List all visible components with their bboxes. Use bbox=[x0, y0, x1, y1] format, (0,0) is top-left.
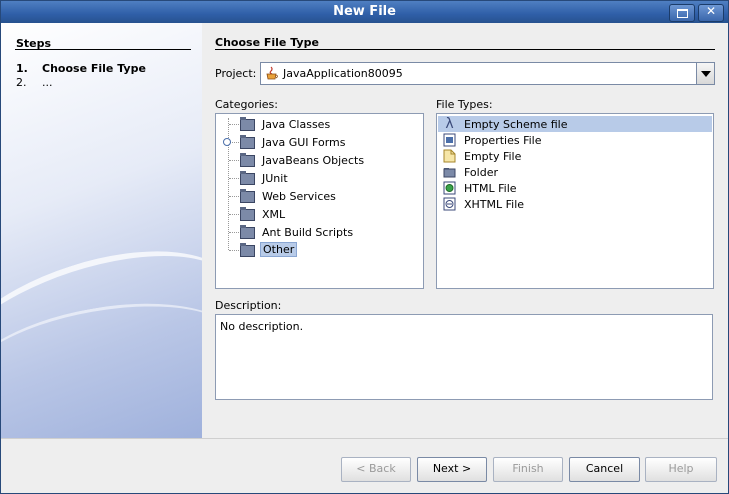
category-item[interactable]: Web Services bbox=[216, 188, 421, 204]
folder-icon bbox=[443, 168, 456, 178]
close-icon: ✕ bbox=[705, 4, 717, 18]
step-item: 1. Choose File Type bbox=[16, 62, 146, 75]
page-title: Choose File Type bbox=[215, 36, 319, 49]
html-file-icon bbox=[443, 181, 456, 195]
step-item: 2.... bbox=[16, 76, 53, 89]
folder-icon bbox=[240, 153, 255, 167]
category-item[interactable]: JavaBeans Objects bbox=[216, 152, 421, 168]
categories-tree[interactable]: Java Classes Java GUI Forms JavaBeans Ob… bbox=[215, 113, 424, 289]
project-label: Project: bbox=[215, 67, 257, 80]
category-item[interactable]: Java Classes bbox=[216, 116, 421, 132]
title-bar[interactable]: New File ✕ bbox=[1, 1, 728, 23]
step-label: ... bbox=[42, 76, 53, 89]
cancel-button[interactable]: Cancel bbox=[569, 457, 640, 482]
chevron-down-icon[interactable] bbox=[696, 63, 714, 84]
step-number: 1. bbox=[16, 62, 28, 75]
folder-icon bbox=[240, 225, 255, 239]
project-value: JavaApplication80095 bbox=[283, 67, 403, 80]
close-button[interactable]: ✕ bbox=[698, 4, 724, 22]
properties-file-icon bbox=[443, 133, 456, 147]
divider bbox=[15, 49, 191, 50]
folder-icon bbox=[240, 189, 255, 203]
java-project-icon bbox=[266, 66, 278, 80]
file-type-item[interactable]: XHTML File bbox=[438, 196, 712, 212]
file-type-item[interactable]: HTML File bbox=[438, 180, 712, 196]
steps-panel: Steps 1. Choose File Type 2.... bbox=[1, 23, 202, 438]
folder-icon bbox=[240, 243, 255, 257]
xhtml-file-icon bbox=[443, 197, 456, 211]
folder-icon bbox=[240, 171, 255, 185]
divider bbox=[215, 49, 715, 50]
step-label: Choose File Type bbox=[42, 62, 146, 75]
back-button[interactable]: < Back bbox=[341, 457, 411, 482]
step-number: 2. bbox=[16, 76, 27, 89]
folder-icon bbox=[240, 135, 255, 149]
file-type-item-selected[interactable]: λ Empty Scheme file bbox=[438, 116, 712, 132]
category-item-selected[interactable]: Other bbox=[216, 242, 421, 258]
divider bbox=[1, 438, 728, 439]
file-type-item[interactable]: Empty File bbox=[438, 148, 712, 164]
empty-file-icon bbox=[443, 149, 456, 163]
file-type-item[interactable]: Properties File bbox=[438, 132, 712, 148]
help-button[interactable]: Help bbox=[645, 457, 717, 482]
maximize-icon bbox=[677, 9, 688, 18]
description-area: No description. bbox=[215, 314, 713, 400]
category-item[interactable]: Java GUI Forms bbox=[216, 134, 421, 150]
file-types-label: File Types: bbox=[436, 98, 493, 111]
maximize-button[interactable] bbox=[669, 4, 695, 22]
lambda-icon: λ bbox=[445, 116, 454, 132]
category-item[interactable]: JUnit bbox=[216, 170, 421, 186]
project-combobox[interactable]: JavaApplication80095 bbox=[260, 62, 715, 85]
file-types-list[interactable]: λ Empty Scheme file Properties File Empt… bbox=[436, 113, 714, 289]
description-label: Description: bbox=[215, 299, 282, 312]
categories-label: Categories: bbox=[215, 98, 278, 111]
folder-icon bbox=[240, 117, 255, 131]
tree-expand-handle-icon[interactable] bbox=[223, 138, 231, 146]
next-button[interactable]: Next > bbox=[417, 457, 487, 482]
window-title: New File bbox=[333, 4, 396, 19]
new-file-dialog: New File ✕ Steps 1. Choose File Type 2...… bbox=[0, 0, 729, 494]
finish-button[interactable]: Finish bbox=[493, 457, 563, 482]
category-item[interactable]: Ant Build Scripts bbox=[216, 224, 421, 240]
description-text: No description. bbox=[220, 320, 304, 333]
folder-icon bbox=[240, 207, 255, 221]
file-type-item[interactable]: Folder bbox=[438, 164, 712, 180]
category-item[interactable]: XML bbox=[216, 206, 421, 222]
